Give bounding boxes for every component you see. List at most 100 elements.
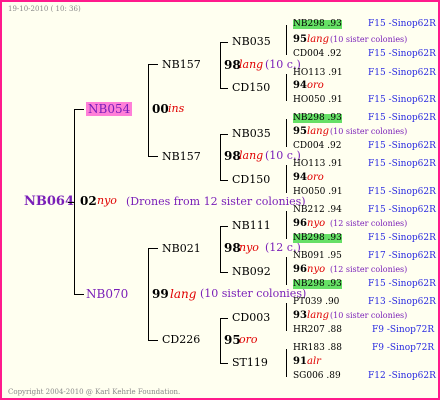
gen3-breed-5: nyo [307,218,326,229]
connector [286,119,287,147]
gen3-breed-4: oro [307,172,324,183]
root-breed: nyo [97,194,117,207]
gen3-num-6: 96 [293,264,307,275]
gen4-id-7[interactable]: HO113 .91 [293,160,343,169]
gen3-id-6[interactable]: NB092 [232,266,271,277]
connector [220,180,228,181]
footer-copyright: Copyright 2004-2010 @ Karl Kehrle Founda… [8,388,181,396]
gen1-dam-breed: lang [170,287,197,301]
gen4-id-3[interactable]: HO113 .91 [293,69,343,78]
connector [220,363,228,364]
connector [286,165,287,193]
gen3-note-1: (10 sister colonies) [330,35,408,44]
connector [148,64,149,156]
gen4-code-6: F15 -Sinop62R [368,141,436,151]
gen1-dam-id[interactable]: NB070 [86,288,128,300]
pedigree-frame: 19-10-2010 ( 10: 36) NB064 02 nyo (Drone… [0,0,440,400]
gen2-breed-4: oro [239,333,258,346]
connector [286,211,287,239]
gen3-id-1[interactable]: NB035 [232,36,271,47]
connector [220,272,228,273]
connector [220,88,228,89]
gen1-sire-id[interactable]: NB054 [86,102,133,116]
gen3-id-7[interactable]: CD003 [232,312,270,323]
connector [220,134,228,135]
gen4-id-13[interactable]: PT039 .90 [293,298,339,307]
gen3-note-6: (12 sister colonies) [330,265,408,274]
gen1-sire-breed: ins [168,102,185,115]
gen4-code-14: F9 -Sinop72R [372,325,435,335]
gen3-note-5: (12 sister colonies) [330,219,408,228]
gen4-code-13: F13 -Sinop62R [368,297,436,307]
gen3-id-4[interactable]: CD150 [232,174,270,185]
gen4-id-6[interactable]: CD004 .92 [293,142,341,151]
gen3-num-3: 95 [293,126,307,137]
connector [148,248,158,249]
gen3-breed-3: lang [307,126,330,137]
gen4-code-15: F9 -Sinop72R [372,343,435,353]
gen4-id-1[interactable]: NB298 .93 [293,20,342,29]
connector [220,42,228,43]
gen1-sire-number: 00 [152,102,169,116]
connector [286,303,287,331]
gen2-id-1[interactable]: NB157 [162,59,201,70]
gen3-breed-7: lang [307,310,330,321]
connector [220,226,228,227]
gen4-code-3: F15 -Sinop62R [368,68,436,78]
connector [148,340,158,341]
gen4-code-12: F15 -Sinop62R [368,279,436,289]
gen3-num-7: 93 [293,310,307,321]
gen4-code-2: F15 -Sinop62R [368,49,436,59]
gen4-id-10[interactable]: NB298 .93 [293,234,342,243]
connector [74,294,84,295]
gen3-note-7: (10 sister colonies) [330,311,408,320]
root-note: (Drones from 12 sister colonies) [126,195,306,208]
gen3-num-2: 94 [293,80,307,91]
gen3-num-5: 96 [293,218,307,229]
gen2-breed-1: lang [239,58,264,71]
gen4-id-9[interactable]: NB212 .94 [293,206,342,215]
connector [286,74,287,101]
gen3-id-5[interactable]: NB111 [232,220,271,231]
gen4-code-9: F15 -Sinop62R [368,205,436,215]
gen4-id-16[interactable]: SG006 .89 [293,372,341,381]
gen2-id-4[interactable]: CD226 [162,334,200,345]
gen4-id-5[interactable]: NB298 .93 [293,114,342,123]
gen3-id-3[interactable]: NB035 [232,128,271,139]
gen4-code-7: F15 -Sinop62R [368,159,436,169]
gen4-id-2[interactable]: CD004 .92 [293,50,341,59]
gen3-note-3: (10 sister colonies) [330,127,408,136]
gen3-id-8[interactable]: ST119 [232,357,268,368]
gen4-id-4[interactable]: HO050 .91 [293,96,343,105]
connector [286,349,287,377]
header-timestamp: 19-10-2010 ( 10: 36) [8,5,81,13]
gen2-id-3[interactable]: NB021 [162,243,201,254]
connector [286,257,287,285]
gen4-id-8[interactable]: HO050 .91 [293,188,343,197]
gen4-id-11[interactable]: NB091 .95 [293,252,342,261]
root-number: 02 [80,194,97,208]
root-id[interactable]: NB064 [24,195,74,208]
gen3-breed-1: lang [307,34,330,45]
gen3-num-1: 95 [293,34,307,45]
gen3-id-2[interactable]: CD150 [232,82,270,93]
gen1-dam-number: 99 [152,287,169,301]
gen4-code-8: F15 -Sinop62R [368,187,436,197]
gen3-breed-8: alr [307,356,321,367]
gen4-code-5: F15 -Sinop62R [368,113,436,123]
gen4-code-16: F12 -Sinop62R [368,371,436,381]
gen2-id-2[interactable]: NB157 [162,151,201,162]
gen1-dam-note: (10 sister colonies) [200,287,307,300]
connector [74,109,75,295]
gen4-id-15[interactable]: HR183 .88 [293,344,342,353]
gen4-id-14[interactable]: HR207 .88 [293,326,342,335]
connector [148,248,149,340]
gen3-num-8: 91 [293,356,307,367]
connector [148,156,158,157]
connector [220,42,221,88]
connector [220,318,221,363]
connector [220,134,221,180]
gen2-breed-3: nyo [239,241,259,254]
gen4-id-12[interactable]: NB298 .93 [293,280,342,289]
gen2-breed-2: lang [239,149,264,162]
